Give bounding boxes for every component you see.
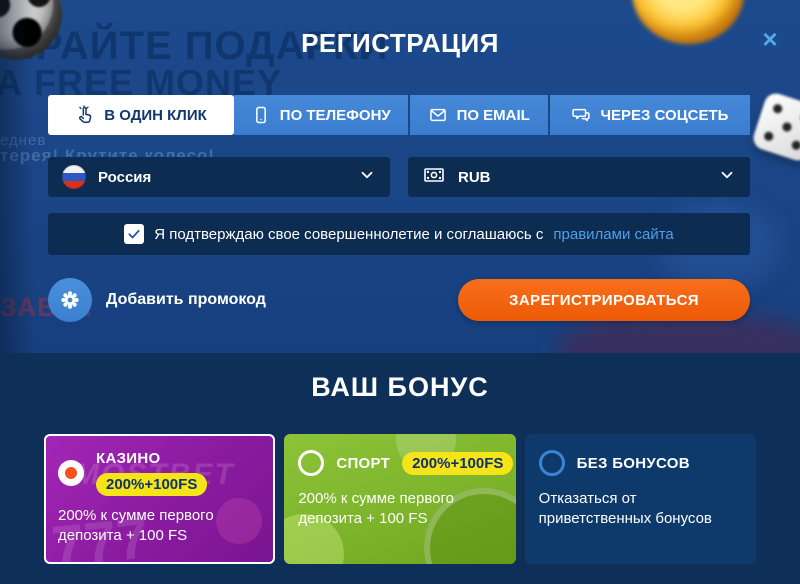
country-select-value: Россия: [98, 169, 151, 186]
promocode-badge-icon: [48, 278, 92, 322]
dice-decoration: [750, 90, 800, 163]
casino-label: КАЗИНО: [96, 450, 160, 467]
promocode-label: Добавить промокод: [106, 291, 266, 309]
tab-by-email[interactable]: ПО EMAIL: [410, 95, 550, 135]
add-promocode-button[interactable]: Добавить промокод: [48, 278, 266, 322]
tab-by-phone[interactable]: ПО ТЕЛЕФОНУ: [234, 95, 410, 135]
tab-via-social[interactable]: ЧЕРЕЗ СОЦСЕТЬ: [550, 95, 750, 135]
bonus-cards: MOSTBET 777 КАЗИНО 200%+100FS 200% к сум…: [0, 434, 800, 564]
casino-radio-selected[interactable]: [58, 460, 84, 486]
register-button[interactable]: ЗАРЕГИСТРИРОВАТЬСЯ: [458, 279, 750, 321]
social-chat-icon: [571, 105, 591, 125]
age-confirm-checkbox[interactable]: [124, 224, 144, 244]
background-text-line1: еднев: [0, 132, 46, 149]
sport-bonus-badge: 200%+100FS: [402, 452, 513, 475]
country-select[interactable]: Россия: [48, 157, 390, 197]
sport-bonus-description: 200% к сумме первого депозита + 100 FS: [298, 489, 501, 530]
no-bonus-label: БЕЗ БОНУСОВ: [577, 455, 690, 472]
tab-label: ЧЕРЕЗ СОЦСЕТЬ: [600, 107, 728, 124]
casino-bonus-description: 200% к сумме первого депозита + 100 FS: [58, 506, 261, 547]
casino-bonus-badge: 200%+100FS: [96, 473, 207, 496]
action-row: Добавить промокод ЗАРЕГИСТРИРОВАТЬСЯ: [48, 278, 750, 322]
no-bonus-radio[interactable]: [539, 450, 565, 476]
bonus-section: ВАШ БОНУС MOSTBET 777 КАЗИНО 200%+100FS …: [0, 353, 800, 584]
currency-select-value: RUB: [458, 169, 491, 186]
agreement-text: Я подтверждаю свое совершеннолетие и сог…: [154, 226, 543, 243]
sport-label: СПОРТ: [336, 455, 390, 472]
sport-radio[interactable]: [298, 450, 324, 476]
select-row: Россия RUB: [48, 157, 750, 197]
chevron-down-icon: [718, 166, 736, 188]
one-click-hand-icon: [75, 105, 95, 125]
checkmark-icon: [127, 227, 141, 241]
email-icon: [428, 105, 448, 125]
bonus-card-casino[interactable]: MOSTBET 777 КАЗИНО 200%+100FS 200% к сум…: [44, 434, 275, 564]
banknote-icon: [422, 163, 446, 191]
tab-one-click[interactable]: В ОДИН КЛИК: [48, 95, 234, 135]
bonus-card-sport[interactable]: СПОРТ 200%+100FS 200% к сумме первого де…: [284, 434, 515, 564]
tab-label: ПО EMAIL: [457, 107, 530, 124]
bonus-section-title: ВАШ БОНУС: [0, 372, 800, 403]
phone-icon: [251, 105, 271, 125]
russia-flag-icon: [62, 165, 86, 189]
registration-tabs: В ОДИН КЛИК ПО ТЕЛЕФОНУ ПО EMAIL ЧЕРЕЗ С…: [48, 95, 750, 135]
site-rules-link[interactable]: правилами сайта: [553, 226, 673, 243]
currency-select[interactable]: RUB: [408, 157, 750, 197]
chevron-down-icon: [358, 166, 376, 188]
registration-modal: ИРАЙТЕ ПОДАРКИ А FREE MONEY еднев терея!…: [0, 0, 800, 353]
no-bonus-description: Отказаться от приветственных бонусов: [539, 489, 742, 530]
agreement-bar: Я подтверждаю свое совершеннолетие и сог…: [48, 213, 750, 255]
tab-label: ПО ТЕЛЕФОНУ: [280, 107, 391, 124]
tab-label: В ОДИН КЛИК: [104, 107, 207, 124]
modal-title: РЕГИСТРАЦИЯ: [0, 28, 800, 59]
bonus-card-none[interactable]: БЕЗ БОНУСОВ Отказаться от приветственных…: [525, 434, 756, 564]
close-icon[interactable]: ×: [756, 26, 784, 54]
